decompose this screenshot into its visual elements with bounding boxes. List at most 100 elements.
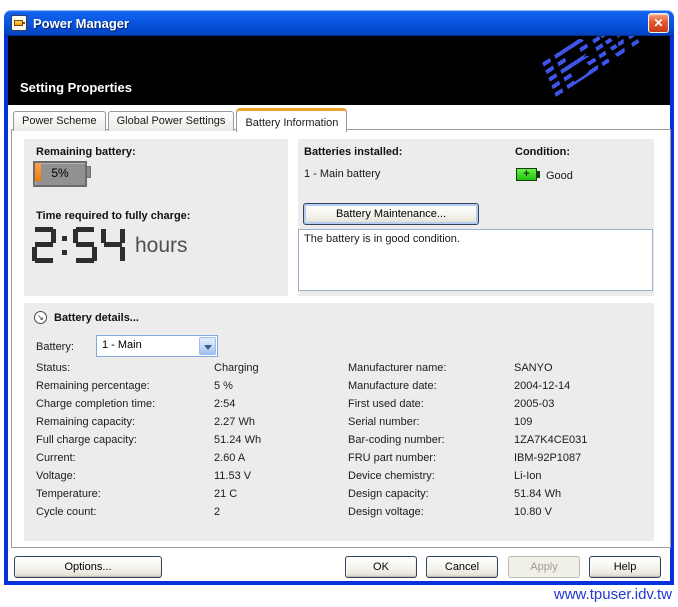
details-title: Battery details... xyxy=(54,312,139,324)
detail-label: Serial number: xyxy=(348,413,514,431)
digital-colon xyxy=(60,227,69,263)
detail-row: Manufacture date:2004-12-14 xyxy=(348,377,648,395)
detail-label: Full charge capacity: xyxy=(36,431,214,449)
chevron-down-icon[interactable] xyxy=(199,337,216,355)
watermark: www.tpuser.idv.tw xyxy=(554,586,672,603)
detail-value: Charging xyxy=(214,359,341,377)
charge-time-display: hours xyxy=(32,227,188,263)
options-button[interactable]: Options... xyxy=(14,556,162,578)
ok-button[interactable]: OK xyxy=(345,556,417,578)
detail-row: Voltage:11.53 V xyxy=(36,467,341,485)
app-battery-icon xyxy=(11,15,27,31)
detail-label: Temperature: xyxy=(36,485,214,503)
battery-selected-value: 1 - Main xyxy=(102,339,142,351)
detail-column-right: Manufacturer name:SANYOManufacture date:… xyxy=(348,359,648,521)
charge-time-label: Time required to fully charge: xyxy=(36,210,190,222)
detail-value: Li-Ion xyxy=(514,467,648,485)
detail-column-left: Status:ChargingRemaining percentage:5 %C… xyxy=(36,359,341,521)
tab-battery-information[interactable]: Battery Information xyxy=(236,108,347,132)
digital-digit xyxy=(32,227,56,263)
titlebar[interactable]: Power Manager ✕ xyxy=(4,10,674,36)
detail-label: Cycle count: xyxy=(36,503,214,521)
detail-label: Remaining capacity: xyxy=(36,413,214,431)
remaining-battery-label: Remaining battery: xyxy=(36,146,136,158)
detail-row: Design voltage:10.80 V xyxy=(348,503,648,521)
tab-global-power-settings[interactable]: Global Power Settings xyxy=(108,111,235,131)
battery-information-page: Remaining battery: 5% Time required to f… xyxy=(11,129,671,548)
page: Power Manager ✕ Setting Properties IBM P… xyxy=(0,0,678,607)
detail-value: 5 % xyxy=(214,377,341,395)
detail-row: FRU part number:IBM-92P1087 xyxy=(348,449,648,467)
detail-value: 2.27 Wh xyxy=(214,413,341,431)
detail-value: 51.84 Wh xyxy=(514,485,648,503)
detail-row: First used date:2005-03 xyxy=(348,395,648,413)
battery-select-dropdown[interactable]: 1 - Main xyxy=(96,335,218,357)
detail-label: Remaining percentage: xyxy=(36,377,214,395)
tabstrip: Power Scheme Global Power Settings Batte… xyxy=(13,108,349,131)
detail-label: Current: xyxy=(36,449,214,467)
detail-label: Bar-coding number: xyxy=(348,431,514,449)
detail-row: Charge completion time:2:54 xyxy=(36,395,341,413)
help-button[interactable]: Help xyxy=(589,556,661,578)
banner-title: Setting Properties xyxy=(20,80,132,95)
detail-row: Current:2.60 A xyxy=(36,449,341,467)
digital-digit xyxy=(73,227,97,263)
detail-value: 1ZA7K4CE031 xyxy=(514,431,648,449)
banner: Setting Properties IBM xyxy=(8,36,670,105)
detail-value: IBM-92P1087 xyxy=(514,449,648,467)
detail-label: Device chemistry: xyxy=(348,467,514,485)
battery-maintenance-button[interactable]: Battery Maintenance... xyxy=(303,203,479,225)
detail-row: Cycle count:2 xyxy=(36,503,341,521)
condition-value: Good xyxy=(546,170,573,182)
detail-label: Charge completion time: xyxy=(36,395,214,413)
installed-label: Batteries installed: xyxy=(304,146,402,158)
detail-label: Status: xyxy=(36,359,214,377)
cancel-button[interactable]: Cancel xyxy=(426,556,498,578)
remaining-battery-panel: Remaining battery: 5% Time required to f… xyxy=(24,139,288,296)
detail-label: Manufacturer name: xyxy=(348,359,514,377)
window-title: Power Manager xyxy=(33,16,648,31)
battery-percent: 5% xyxy=(33,161,87,187)
detail-row: Design capacity:51.84 Wh xyxy=(348,485,648,503)
detail-row: Temperature:21 C xyxy=(36,485,341,503)
detail-value: 51.24 Wh xyxy=(214,431,341,449)
detail-row: Manufacturer name:SANYO xyxy=(348,359,648,377)
ibm-logo: IBM xyxy=(526,36,652,105)
detail-label: Manufacture date: xyxy=(348,377,514,395)
close-icon[interactable]: ✕ xyxy=(648,13,669,33)
detail-value: 21 C xyxy=(214,485,341,503)
installed-value: 1 - Main battery xyxy=(304,168,380,180)
detail-row: Status:Charging xyxy=(36,359,341,377)
detail-value: 2.60 A xyxy=(214,449,341,467)
detail-label: First used date: xyxy=(348,395,514,413)
detail-row: Serial number:109 xyxy=(348,413,648,431)
detail-row: Bar-coding number:1ZA7K4CE031 xyxy=(348,431,648,449)
detail-row: Device chemistry:Li-Ion xyxy=(348,467,648,485)
power-manager-window: Power Manager ✕ Setting Properties IBM P… xyxy=(4,10,674,585)
detail-row: Remaining percentage:5 % xyxy=(36,377,341,395)
battery-gauge-icon: 5% xyxy=(33,161,91,187)
battery-select-label: Battery: xyxy=(36,341,74,353)
apply-button[interactable]: Apply xyxy=(508,556,580,578)
digital-digit xyxy=(101,227,125,263)
detail-label: FRU part number: xyxy=(348,449,514,467)
detail-label: Design voltage: xyxy=(348,503,514,521)
detail-value: 11.53 V xyxy=(214,467,341,485)
details-header: ↘ Battery details... xyxy=(34,311,139,324)
dialog-content: Power Scheme Global Power Settings Batte… xyxy=(8,105,670,581)
condition-row: + Good xyxy=(516,166,573,184)
detail-row: Remaining capacity:2.27 Wh xyxy=(36,413,341,431)
condition-message: The battery is in good condition. xyxy=(304,233,460,245)
battery-good-icon: + xyxy=(516,168,540,181)
detail-value: 10.80 V xyxy=(514,503,648,521)
detail-row: Full charge capacity:51.24 Wh xyxy=(36,431,341,449)
detail-value: 2:54 xyxy=(214,395,341,413)
charge-time-unit: hours xyxy=(135,229,188,263)
detail-value: 2 xyxy=(214,503,341,521)
tab-power-scheme[interactable]: Power Scheme xyxy=(13,111,106,131)
condition-message-box: The battery is in good condition. xyxy=(298,229,653,291)
condition-label: Condition: xyxy=(515,146,570,158)
collapse-arrow-icon[interactable]: ↘ xyxy=(34,311,47,324)
seven-segment-time xyxy=(32,227,129,263)
batteries-installed-panel: Batteries installed: 1 - Main battery Co… xyxy=(298,139,654,296)
